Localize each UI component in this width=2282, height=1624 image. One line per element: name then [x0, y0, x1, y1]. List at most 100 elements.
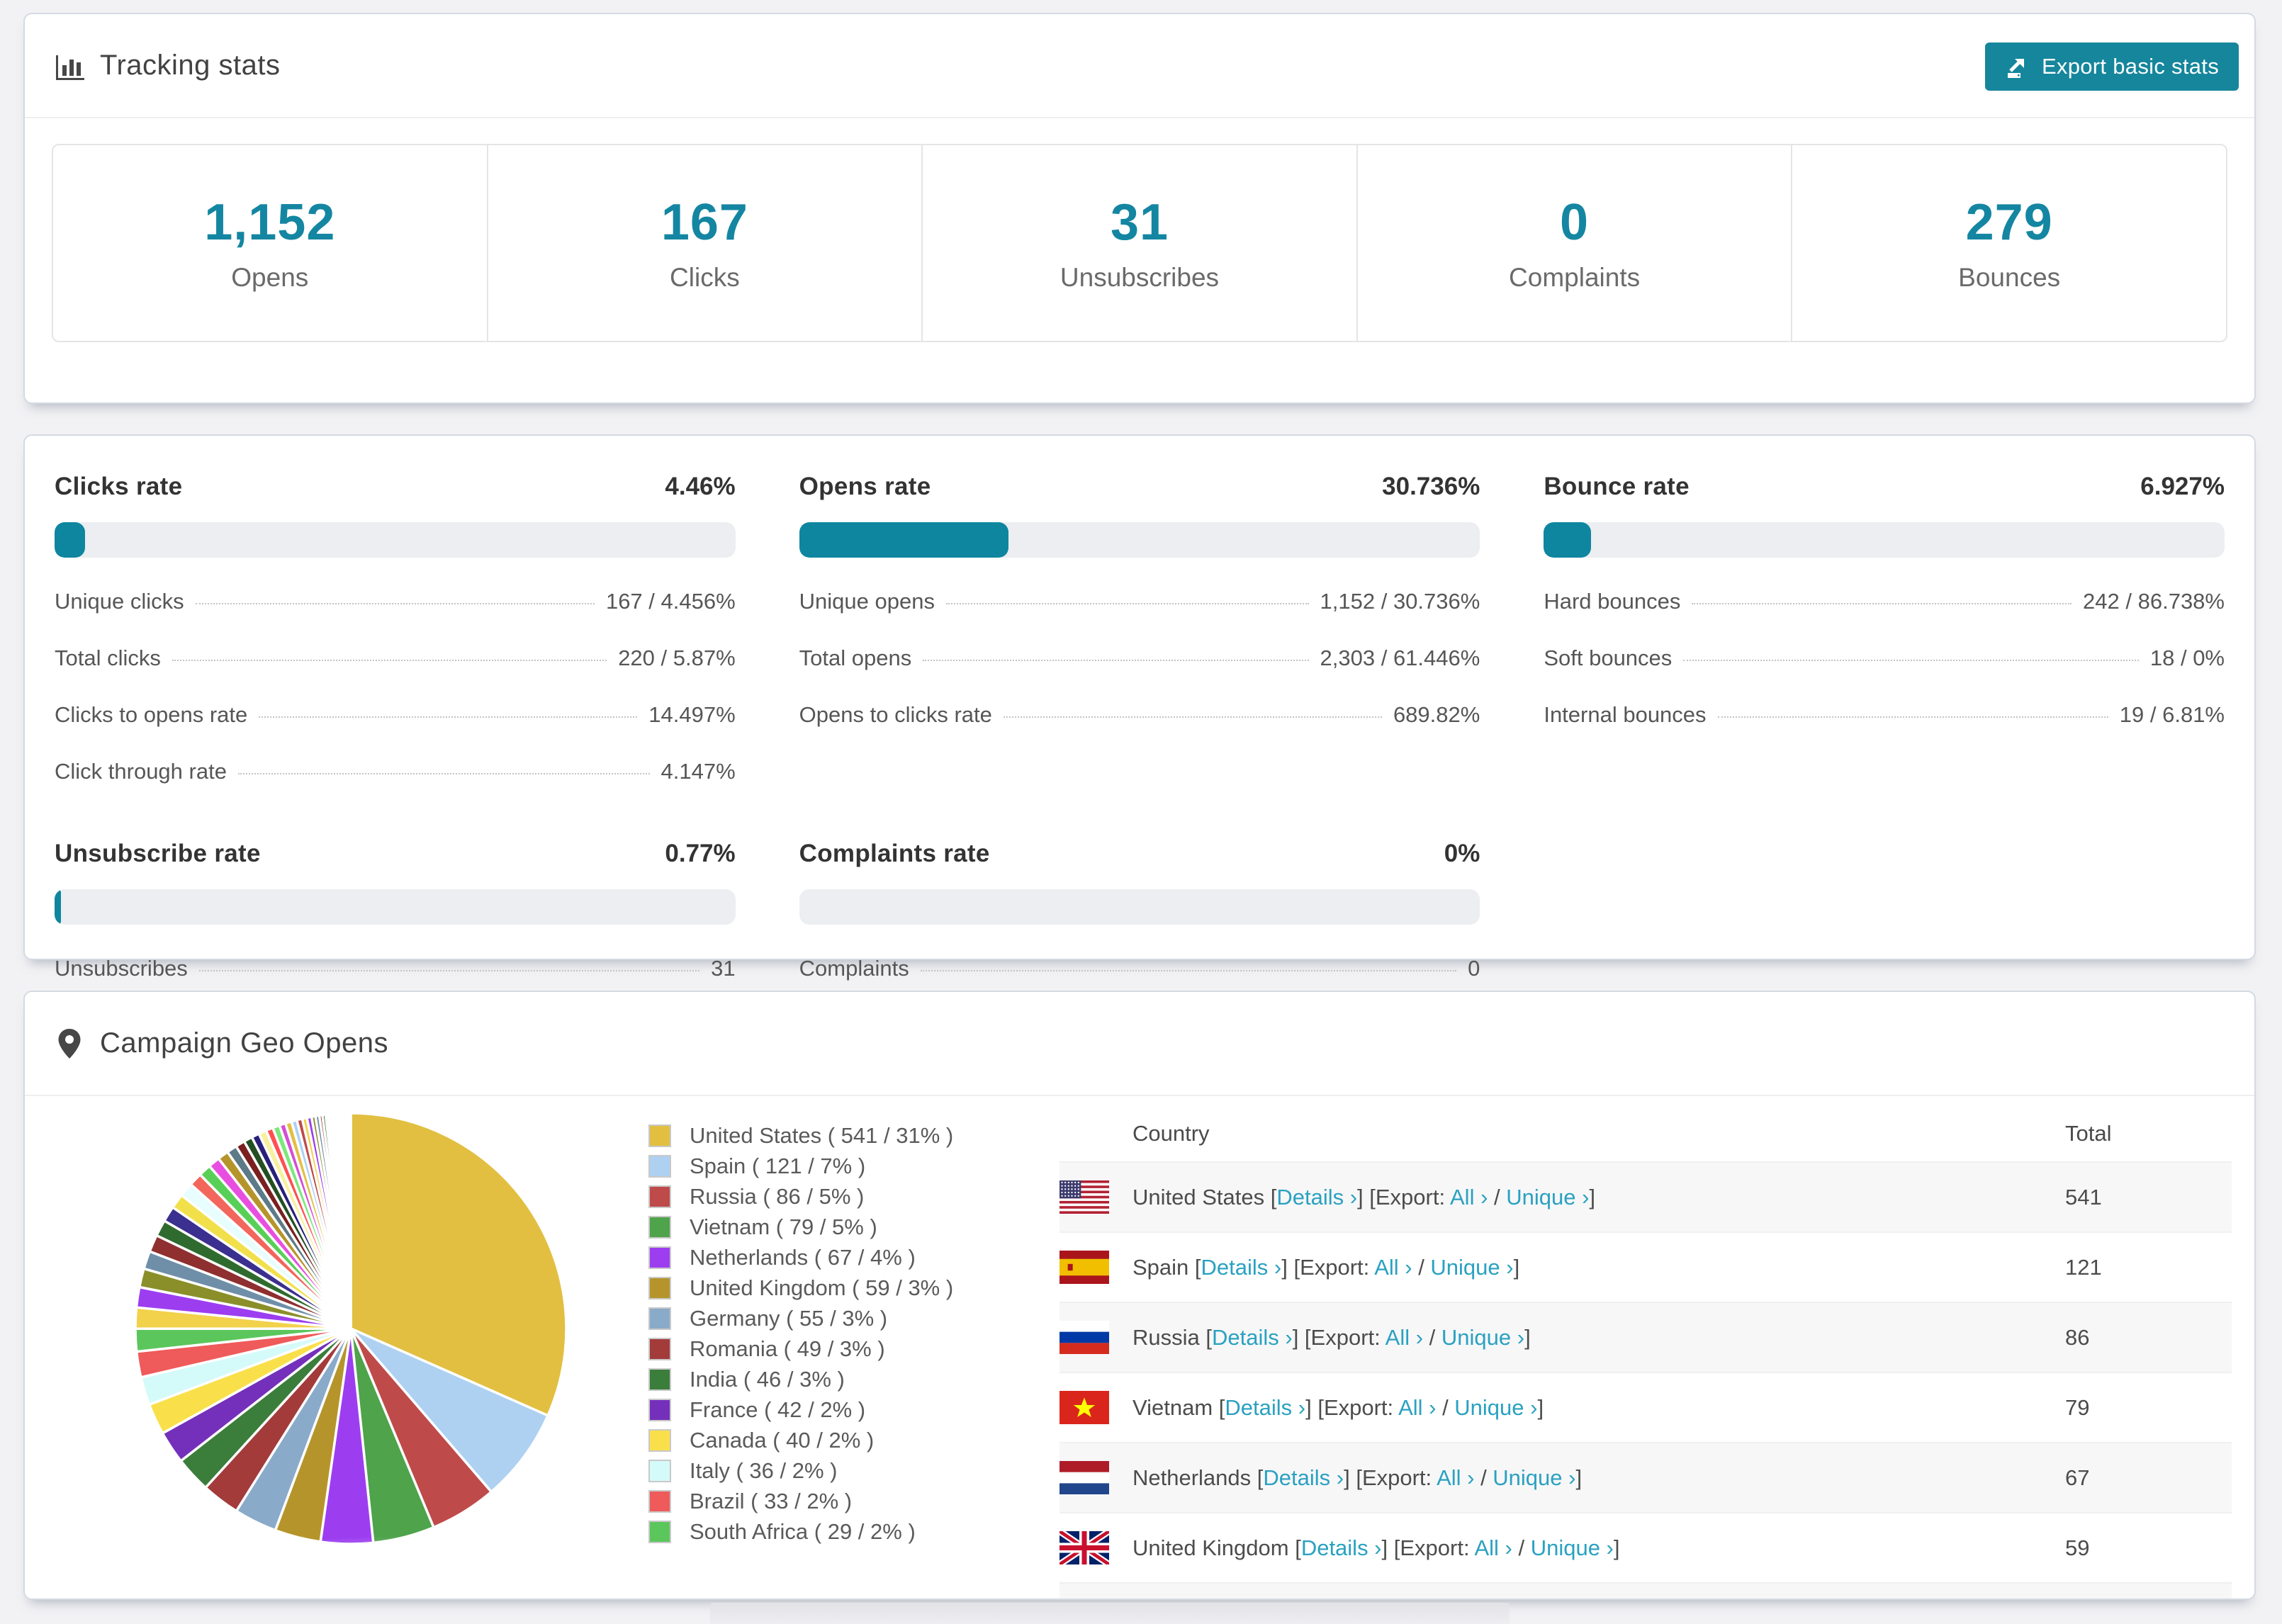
- rate-detail-row: Internal bounces 19 / 6.81%: [1544, 702, 2225, 728]
- campaign-geo-opens-card: Campaign Geo Opens United States ( 541 /…: [23, 991, 2256, 1600]
- rate-detail-label: Unique clicks: [55, 589, 184, 614]
- country-name: United States: [1132, 1184, 1271, 1209]
- legend-item-italy[interactable]: Italy ( 36 / 2% ): [648, 1455, 1060, 1486]
- summary-stats-box: 1,152 Opens 167 Clicks 31 Unsubscribes 0 Compla…: [52, 144, 2227, 342]
- rate-detail-value: 220 / 5.87%: [618, 645, 736, 670]
- flag-es-icon: [1060, 1251, 1109, 1284]
- country-name: Russia: [1132, 1324, 1206, 1350]
- stat-label: Opens: [231, 263, 309, 292]
- table-row-vn: Vietnam [Details ›] [Export: All › / Uni…: [1060, 1372, 2232, 1442]
- export-unique-link[interactable]: Unique ›: [1493, 1465, 1575, 1490]
- legend-label: France ( 42 / 2% ): [690, 1397, 866, 1422]
- stat-label: Complaints: [1509, 263, 1641, 292]
- country-links: Netherlands [Details ›] [Export: All › /…: [1132, 1465, 1583, 1490]
- flag-us-icon: [1060, 1180, 1109, 1214]
- export-all-link[interactable]: All ›: [1437, 1465, 1474, 1490]
- rate-value: 0.77%: [665, 840, 736, 867]
- rate-progress-bar: [799, 522, 1480, 558]
- legend-swatch: [648, 1124, 671, 1147]
- rate-block-complaints-rate: Complaints rate 0% Complaints 0: [799, 840, 1480, 981]
- rate-detail-value: 689.82%: [1393, 702, 1480, 727]
- rate-block-opens-rate: Opens rate 30.736% Unique opens 1,152 / 30.…: [799, 473, 1480, 784]
- bar-chart-icon: [56, 55, 84, 80]
- rate-detail-label: Hard bounces: [1544, 589, 1681, 614]
- dotted-leader: [195, 603, 595, 604]
- dotted-leader: [237, 773, 650, 774]
- rate-block-unsubscribe-rate: Unsubscribe rate 0.77% Unsubscribes 31: [55, 840, 736, 981]
- rate-detail-row: Complaints 0: [799, 956, 1480, 981]
- rate-title: Complaints rate: [799, 840, 990, 867]
- rate-title: Bounce rate: [1544, 473, 1690, 500]
- dotted-leader: [1003, 716, 1382, 718]
- rate-title: Opens rate: [799, 473, 931, 500]
- legend-swatch: [648, 1337, 671, 1360]
- legend-item-spain[interactable]: Spain ( 121 / 7% ): [648, 1151, 1060, 1181]
- geo-header: Campaign Geo Opens: [25, 992, 2254, 1096]
- table-row-nl: Netherlands [Details ›] [Export: All › /…: [1060, 1442, 2232, 1512]
- legend-item-france[interactable]: France ( 42 / 2% ): [648, 1394, 1060, 1425]
- rate-progress-fill: [799, 522, 1008, 558]
- export-all-link[interactable]: All ›: [1450, 1185, 1488, 1209]
- country-cell: Spain [Details ›] [Export: All › / Uniqu…: [1060, 1251, 2065, 1284]
- legend-label: Romania ( 49 / 3% ): [690, 1336, 885, 1361]
- export-unique-link[interactable]: Unique ›: [1430, 1255, 1513, 1280]
- rate-detail-row: Clicks to opens rate 14.497%: [55, 702, 736, 728]
- country-total: 121: [2065, 1254, 2102, 1280]
- rate-detail-row: Opens to clicks rate 689.82%: [799, 702, 1480, 728]
- export-unique-link[interactable]: Unique ›: [1454, 1395, 1537, 1420]
- legend-swatch: [648, 1276, 671, 1299]
- legend-item-germany[interactable]: Germany ( 55 / 3% ): [648, 1303, 1060, 1333]
- legend-label: Canada ( 40 / 2% ): [690, 1427, 875, 1453]
- rate-progress-bar: [55, 889, 736, 925]
- legend-item-canada[interactable]: Canada ( 40 / 2% ): [648, 1425, 1060, 1455]
- details-link[interactable]: Details ›: [1225, 1395, 1305, 1420]
- legend-label: Brazil ( 33 / 2% ): [690, 1488, 853, 1513]
- summary-stat-bounces: 279 Bounces: [1792, 145, 2226, 341]
- export-icon: [2007, 59, 2024, 78]
- rate-detail-label: Opens to clicks rate: [799, 702, 992, 727]
- rate-detail-value: 18 / 0%: [2149, 645, 2225, 670]
- export-basic-stats-button[interactable]: Export basic stats: [1984, 43, 2239, 91]
- flag-vn-icon: [1060, 1391, 1109, 1424]
- export-unique-link[interactable]: Unique ›: [1506, 1185, 1589, 1209]
- legend-item-brazil[interactable]: Brazil ( 33 / 2% ): [648, 1486, 1060, 1516]
- legend-item-romania[interactable]: Romania ( 49 / 3% ): [648, 1333, 1060, 1364]
- details-link[interactable]: Details ›: [1301, 1535, 1382, 1560]
- rate-detail-value: 1,152 / 30.736%: [1320, 589, 1480, 614]
- page-title: Tracking stats: [100, 50, 281, 81]
- export-all-link[interactable]: All ›: [1474, 1535, 1512, 1560]
- export-all-link[interactable]: All ›: [1386, 1325, 1423, 1350]
- rate-detail-value: 31: [711, 956, 736, 981]
- country-name: Spain: [1132, 1254, 1195, 1280]
- export-all-link[interactable]: All ›: [1398, 1395, 1436, 1420]
- flag-gb-icon: [1060, 1531, 1109, 1564]
- rate-detail-row: Unsubscribes 31: [55, 956, 736, 981]
- export-unique-link[interactable]: Unique ›: [1441, 1325, 1524, 1350]
- legend-item-india[interactable]: India ( 46 / 3% ): [648, 1364, 1060, 1394]
- legend-item-vietnam[interactable]: Vietnam ( 79 / 5% ): [648, 1212, 1060, 1242]
- rate-detail-row: Unique clicks 167 / 4.456%: [55, 589, 736, 614]
- legend-item-russia[interactable]: Russia ( 86 / 5% ): [648, 1181, 1060, 1212]
- rate-detail-label: Click through rate: [55, 759, 227, 784]
- details-link[interactable]: Details ›: [1212, 1325, 1293, 1350]
- geo-table-header-row: Country Total: [1060, 1106, 2232, 1161]
- details-link[interactable]: Details ›: [1263, 1465, 1344, 1490]
- legend-item-south-africa[interactable]: South Africa ( 29 / 2% ): [648, 1516, 1060, 1547]
- rate-progress-bar: [799, 889, 1480, 925]
- pie-slice-other-47[interactable]: [349, 1112, 352, 1330]
- stat-value: 279: [1965, 194, 2053, 251]
- export-all-link[interactable]: All ›: [1374, 1255, 1412, 1280]
- dotted-leader: [920, 970, 1457, 971]
- stat-value: 1,152: [204, 194, 336, 251]
- export-unique-link[interactable]: Unique ›: [1531, 1535, 1614, 1560]
- legend-label: Netherlands ( 67 / 4% ): [690, 1244, 916, 1270]
- legend-item-united-states[interactable]: United States ( 541 / 31% ): [648, 1120, 1060, 1151]
- rate-detail-value: 14.497%: [648, 702, 736, 727]
- map-pin-icon: [58, 1028, 81, 1059]
- legend-label: Vietnam ( 79 / 5% ): [690, 1214, 877, 1239]
- legend-item-united-kingdom[interactable]: United Kingdom ( 59 / 3% ): [648, 1273, 1060, 1303]
- details-link[interactable]: Details ›: [1276, 1185, 1357, 1209]
- legend-item-netherlands[interactable]: Netherlands ( 67 / 4% ): [648, 1242, 1060, 1273]
- details-link[interactable]: Details ›: [1201, 1255, 1282, 1280]
- rate-detail-value: 4.147%: [661, 759, 736, 784]
